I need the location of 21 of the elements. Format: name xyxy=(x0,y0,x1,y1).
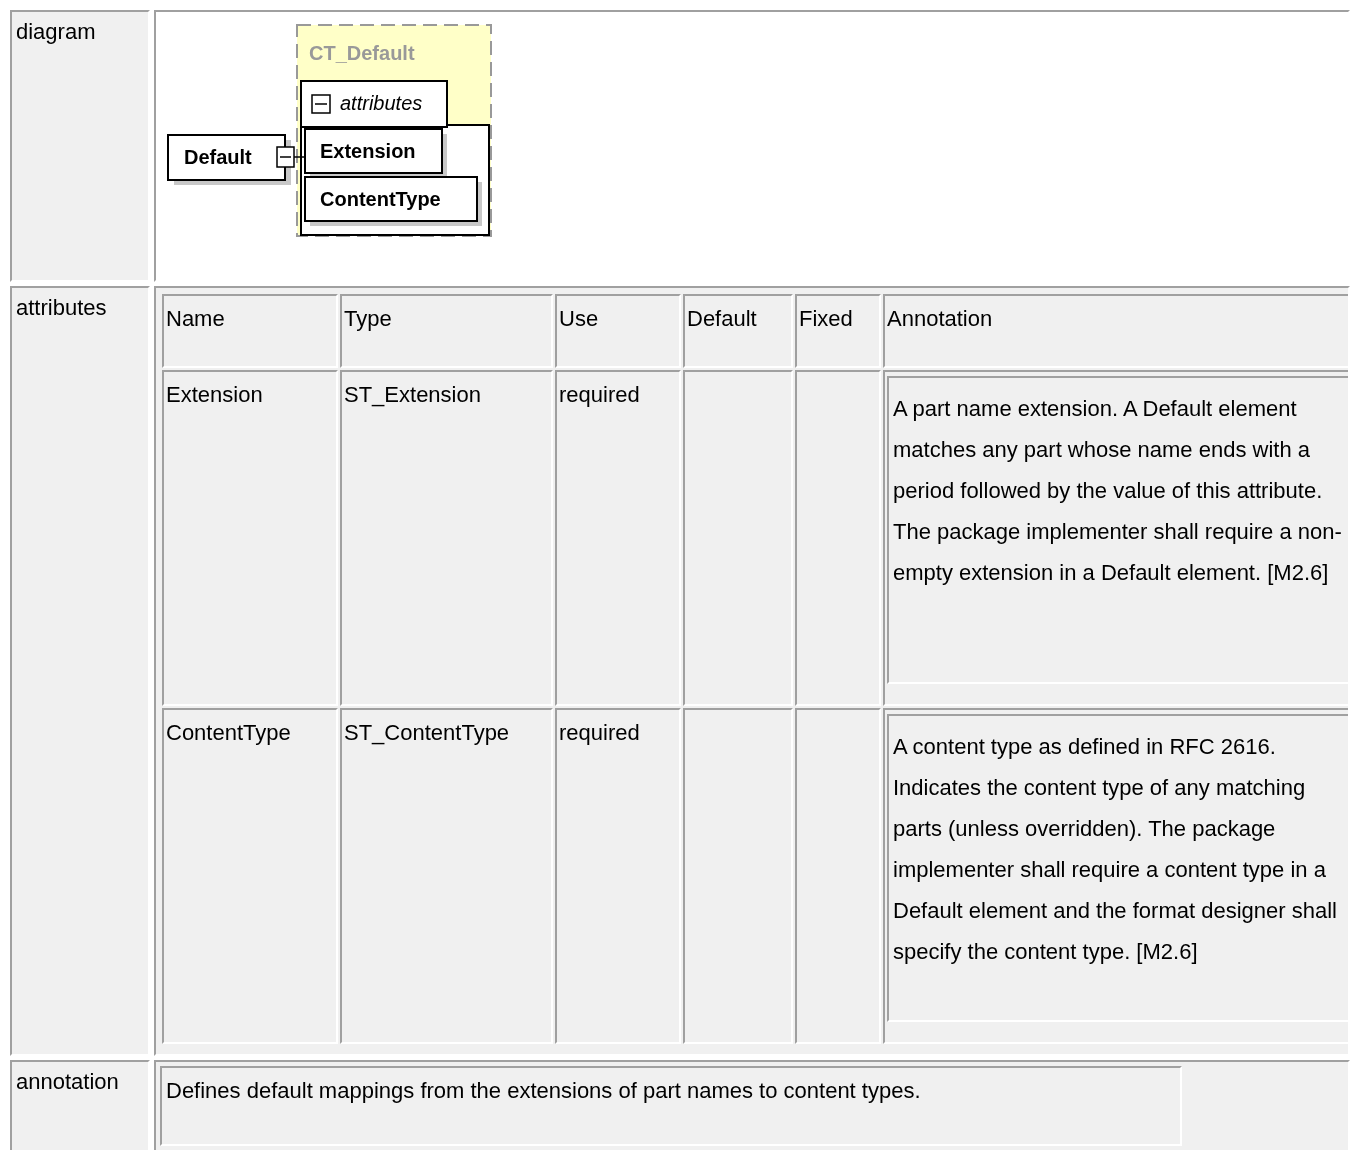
collapse-icon xyxy=(311,94,331,114)
column-header: Fixed xyxy=(795,294,881,368)
column-header: Use xyxy=(555,294,681,368)
table-cell: ST_Extension xyxy=(340,370,553,706)
table-cell: Extension xyxy=(162,370,338,706)
annotation-text: A part name extension. A Default element matches any part whose name ends with a period followed by the value of this attribute. The package implementer shall require a non-empty extension in a Default element. [M2.6] xyxy=(887,376,1348,684)
column-header: Default xyxy=(683,294,793,368)
section-label: annotation xyxy=(10,1060,150,1150)
annotation-text: Defines default mappings from the extensions of part names to content types. xyxy=(160,1066,1182,1146)
column-header: Type xyxy=(340,294,553,368)
table-cell: ST_ContentType xyxy=(340,708,553,1044)
section-label: diagram xyxy=(10,10,150,282)
collapse-icon xyxy=(276,146,295,168)
column-header: Annotation xyxy=(883,294,1348,368)
table-cell: required xyxy=(555,708,681,1044)
table-cell: ContentType xyxy=(162,708,338,1044)
annotation-text: A content type as defined in RFC 2616. Indicates the content type of any matching parts (unless overridden). The package implementer shall require a content type in a Default element and the format designer shall specify the content type. [M2.6] xyxy=(887,714,1348,1022)
section-label: attributes xyxy=(10,286,150,1056)
column-header: Name xyxy=(162,294,338,368)
type-name: CT_Default xyxy=(309,42,415,64)
table-cell: required xyxy=(555,370,681,706)
